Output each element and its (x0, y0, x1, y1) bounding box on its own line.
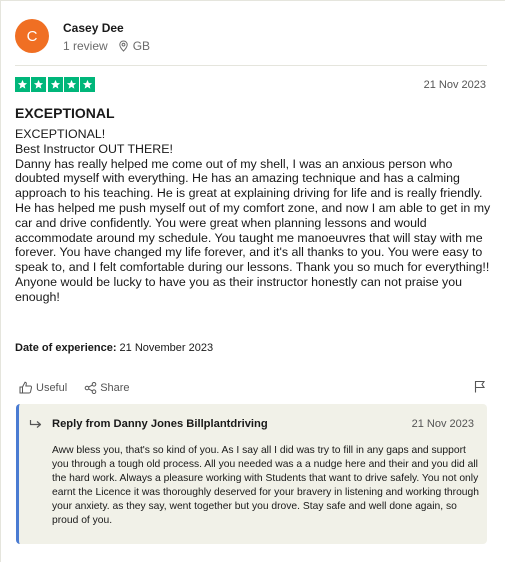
share-icon (84, 381, 97, 394)
reviewer-name[interactable]: Casey Dee (63, 21, 150, 35)
reviewer-header: C Casey Dee 1 review GB (15, 19, 150, 53)
review-title[interactable]: EXCEPTIONAL (15, 105, 115, 121)
star-icon (63, 77, 79, 92)
review-actions: Useful Share (19, 381, 130, 394)
share-button[interactable]: Share (84, 381, 130, 394)
company-reply: Reply from Danny Jones Billplantdriving … (16, 404, 487, 544)
star-icon (31, 77, 47, 92)
star-icon (47, 77, 63, 92)
experience-date: 21 November 2023 (119, 342, 214, 354)
report-flag-button[interactable] (474, 380, 486, 398)
review-body: EXCEPTIONAL! Best Instructor OUT THERE! … (15, 127, 493, 305)
reply-text: Aww bless you, that's so kind of you. As… (52, 445, 479, 526)
card-left-border (0, 0, 1, 562)
thumbs-up-icon (19, 381, 33, 394)
reply-date: 21 Nov 2023 (411, 418, 474, 430)
reply-arrow-icon (29, 420, 42, 428)
date-of-experience: Date of experience: 21 November 2023 (15, 342, 213, 354)
star-rating (15, 77, 96, 92)
review-count: 1 review (63, 39, 108, 53)
experience-label: Date of experience: (15, 342, 117, 354)
useful-label: Useful (36, 381, 68, 394)
reply-from: Reply from Danny Jones Billplantdriving (52, 418, 268, 430)
avatar[interactable]: C (15, 19, 49, 53)
reviewer-country: GB (132, 39, 151, 53)
star-icon (15, 77, 30, 92)
review-date: 21 Nov 2023 (423, 79, 486, 91)
useful-button[interactable]: Useful (19, 381, 67, 394)
card-top-border (0, 0, 505, 1)
location-pin-icon (118, 40, 128, 52)
reviewer-meta: 1 review GB (63, 39, 150, 53)
header-divider (15, 65, 487, 66)
flag-icon (474, 380, 486, 393)
review-card: C Casey Dee 1 review GB 21 Nov 2023 EXCE… (0, 0, 505, 562)
review-body-line: Danny has really helped me come out of m… (15, 156, 491, 304)
share-label: Share (100, 381, 130, 394)
reviewer-info: Casey Dee 1 review GB (63, 21, 150, 53)
star-icon (80, 77, 96, 92)
review-body-line: Best Instructor OUT THERE! (15, 141, 173, 156)
review-body-line: EXCEPTIONAL! (15, 127, 106, 141)
